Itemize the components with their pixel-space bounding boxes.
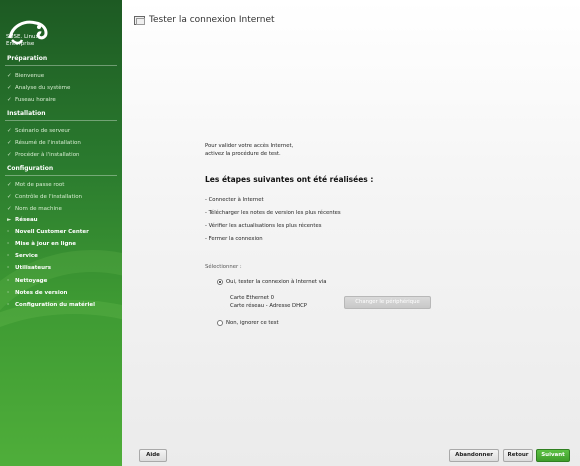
radio-no[interactable]: [217, 320, 223, 326]
step-fuseau: ✓ Fuseau horaire: [7, 97, 56, 103]
network-test-icon: [134, 15, 145, 25]
section-preparation: Préparation: [7, 55, 48, 62]
step-label: Novell Customer Center: [15, 229, 89, 235]
steps-heading: Les étapes suivantes ont été réalisées :: [205, 175, 374, 184]
step-notes: · Notes de version: [7, 290, 67, 296]
step-label: Réseau: [15, 217, 38, 223]
bullet-icon: ·: [7, 229, 10, 235]
step-label: Configuration du matériel: [15, 302, 95, 308]
step-nom-machine: ✓ Nom de machine: [7, 206, 62, 212]
check-icon: ✓: [7, 152, 12, 158]
arrow-right-icon: ►: [7, 217, 12, 223]
check-icon: ✓: [7, 73, 12, 79]
device-line-1: Carte Ethernet 0: [230, 295, 275, 301]
check-icon: ✓: [7, 140, 12, 146]
section-divider: [5, 120, 117, 121]
abort-button[interactable]: Abandonner: [449, 449, 499, 462]
step-label: Nom de machine: [15, 206, 62, 212]
intro-line-2: activez la procédure de test.: [205, 151, 281, 157]
section-installation: Installation: [7, 110, 46, 117]
step-mise-a-jour: · Mise à jour en ligne: [7, 241, 76, 247]
check-icon: ✓: [7, 194, 12, 200]
bullet-icon: ·: [7, 278, 10, 284]
bullet-icon: ·: [7, 302, 10, 308]
step-list-item: - Fermer la connexion: [205, 236, 263, 242]
step-label: Nettoyage: [15, 278, 48, 284]
sidebar: SUSE. Linux Enterprise Préparation ✓ Bien…: [0, 0, 122, 466]
bullet-icon: ·: [7, 241, 10, 247]
step-label: Analyse du système: [15, 85, 71, 91]
check-icon: ✓: [7, 128, 12, 134]
intro-line-1: Pour valider votre accès Internet,: [205, 143, 294, 149]
step-label: Mise à jour en ligne: [15, 241, 77, 247]
step-mot-de-passe: ✓ Mot de passe root: [7, 182, 64, 188]
main-panel: Tester la connexion Internet Pour valide…: [122, 0, 580, 466]
step-analyse: ✓ Analyse du système: [7, 85, 70, 91]
help-button[interactable]: Aide: [139, 449, 167, 462]
bullet-icon: ·: [7, 290, 10, 296]
step-config-materiel: · Configuration du matériel: [7, 302, 95, 308]
check-icon: ✓: [7, 97, 12, 103]
bullet-icon: ·: [7, 253, 10, 259]
page-header: Tester la connexion Internet: [134, 15, 275, 25]
check-icon: ✓: [7, 85, 12, 91]
check-icon: ✓: [7, 206, 12, 212]
step-service: · Service: [7, 253, 38, 259]
step-label: Scénario de serveur: [15, 128, 71, 134]
step-list-item: - Télécharger les notes de version les p…: [205, 210, 341, 216]
radio-yes-label[interactable]: Oui, tester la connexion à Internet via: [226, 279, 326, 285]
step-scenario: ✓ Scénario de serveur: [7, 128, 70, 134]
step-label: Fuseau horaire: [15, 97, 56, 103]
step-controle: ✓ Contrôle de l'installation: [7, 194, 82, 200]
change-device-button[interactable]: Changer le périphérique: [344, 296, 431, 309]
radio-yes[interactable]: [217, 279, 223, 285]
step-label: Résumé de l'installation: [15, 140, 81, 146]
section-divider: [5, 65, 117, 66]
step-label: Contrôle de l'installation: [15, 194, 83, 200]
select-label: Sélectionner :: [205, 264, 242, 270]
check-icon: ✓: [7, 182, 12, 188]
radio-no-label[interactable]: Non, ignorer ce test: [226, 320, 279, 326]
back-button[interactable]: Retour: [503, 449, 533, 462]
device-line-2: Carte réseau - Adresse DHCP: [230, 303, 307, 309]
step-list-item: - Connecter à Internet: [205, 197, 264, 203]
section-divider: [5, 175, 117, 176]
page-title: Tester la connexion Internet: [149, 15, 275, 25]
step-ncc: · Novell Customer Center: [7, 229, 89, 235]
step-resume: ✓ Résumé de l'installation: [7, 140, 81, 146]
step-proceder: ✓ Procéder à l'installation: [7, 152, 80, 158]
step-label: Procéder à l'installation: [15, 152, 80, 158]
step-label: Notes de version: [15, 290, 68, 296]
step-utilisateurs: · Utilisateurs: [7, 265, 51, 271]
step-label: Mot de passe root: [15, 182, 65, 188]
step-nettoyage: · Nettoyage: [7, 278, 47, 284]
step-bienvenue: ✓ Bienvenue: [7, 73, 44, 79]
next-button[interactable]: Suivant: [536, 449, 570, 462]
section-configuration: Configuration: [7, 165, 54, 172]
step-label: Service: [15, 253, 38, 259]
suse-chameleon-logo: [8, 20, 48, 45]
step-list-item: - Vérifier les actualisations les plus r…: [205, 223, 322, 229]
step-reseau-current: ► Réseau: [7, 217, 38, 223]
bullet-icon: ·: [7, 265, 10, 271]
step-label: Utilisateurs: [15, 265, 51, 271]
step-label: Bienvenue: [15, 73, 45, 79]
